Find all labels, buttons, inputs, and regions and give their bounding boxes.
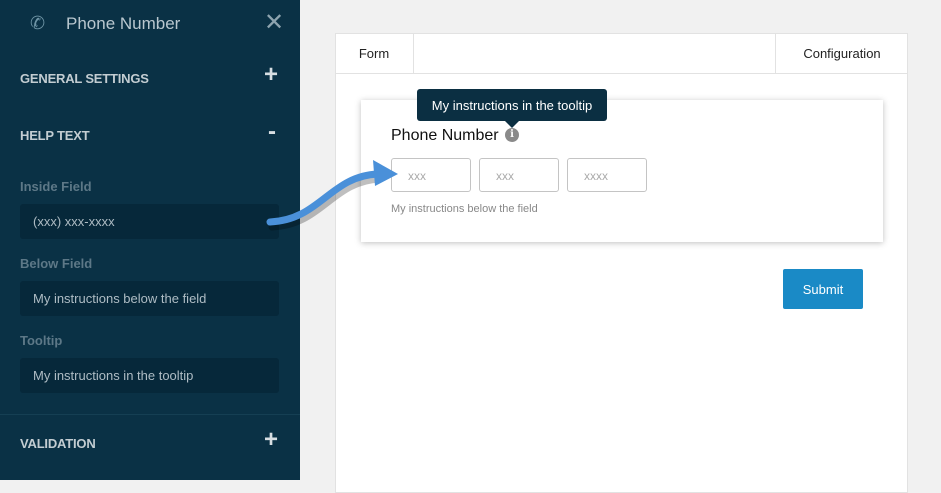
arrow-icon (266, 160, 398, 231)
